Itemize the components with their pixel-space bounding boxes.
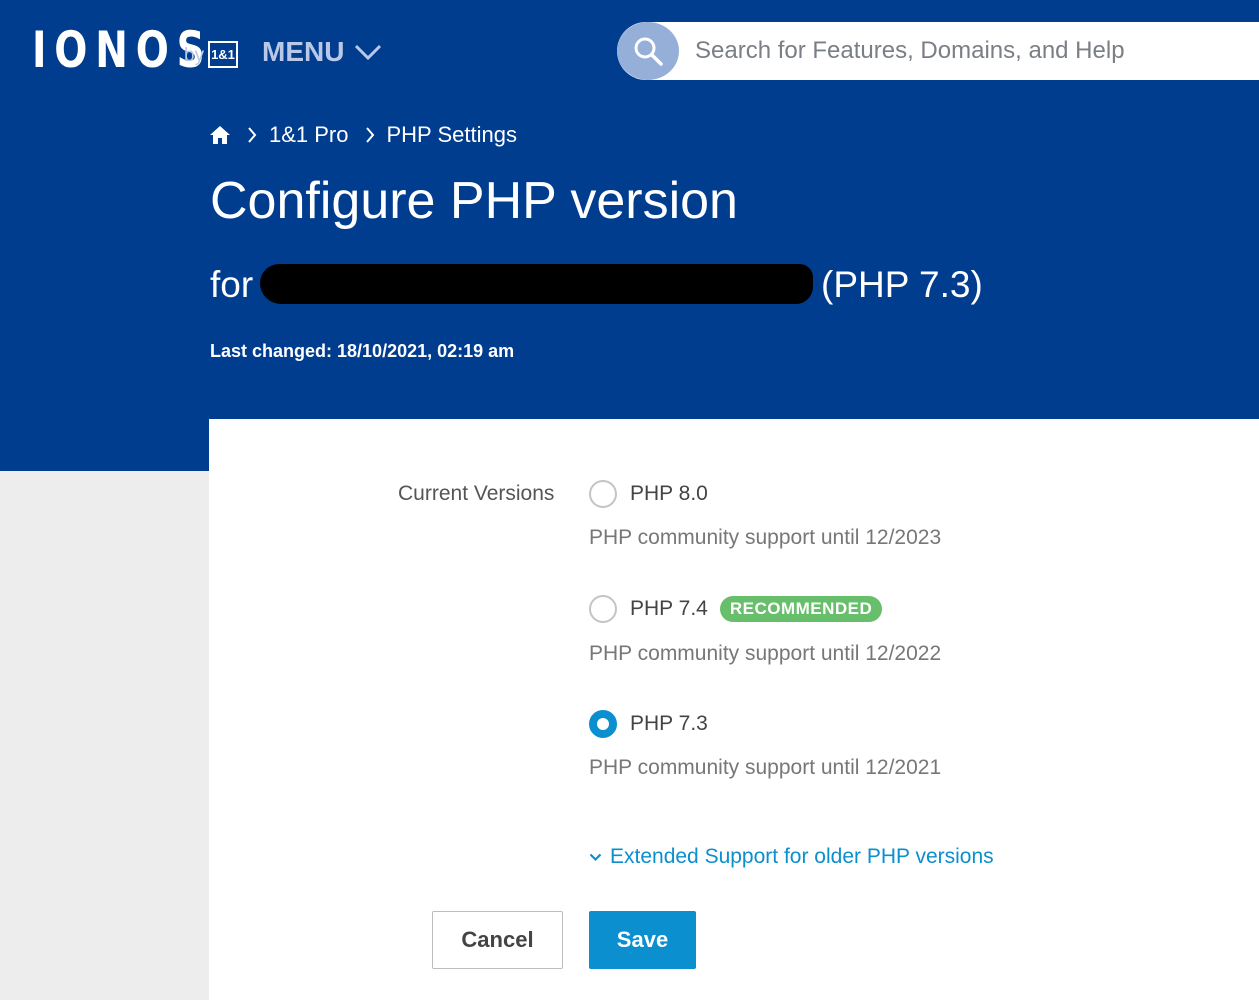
- chevron-right-icon: [247, 126, 257, 144]
- search-bar: [617, 22, 1259, 80]
- page-title: Configure PHP version: [210, 172, 738, 230]
- for-prefix: for: [210, 264, 254, 305]
- php-7-4-label: PHP 7.4: [630, 597, 708, 620]
- settings-panel: [209, 419, 1259, 1000]
- current-php-version: (PHP 7.3): [821, 264, 983, 305]
- logo-by-text: by: [184, 45, 205, 66]
- chevron-down-icon: [589, 853, 602, 862]
- breadcrumb-item-php-settings[interactable]: PHP Settings: [387, 122, 517, 148]
- top-bar: IONOS by 1&1 MENU: [0, 0, 1259, 104]
- menu-button[interactable]: MENU: [262, 34, 382, 70]
- current-versions-label: Current Versions: [398, 482, 555, 505]
- php-7-4-support: PHP community support until 12/2022: [589, 642, 942, 665]
- php-7-3-support: PHP community support until 12/2021: [589, 756, 942, 779]
- breadcrumb: 1&1 Pro PHP Settings: [209, 120, 517, 150]
- php-8-0-support: PHP community support until 12/2023: [589, 526, 942, 549]
- save-button[interactable]: Save: [589, 911, 696, 969]
- php-7-3-label: PHP 7.3: [630, 712, 708, 735]
- radio-php-8-0[interactable]: [589, 480, 617, 508]
- breadcrumb-item-pro[interactable]: 1&1 Pro: [269, 122, 349, 148]
- menu-label: MENU: [262, 36, 345, 67]
- redacted-domain: [260, 264, 813, 304]
- chevron-right-icon: [365, 126, 375, 144]
- php-8-0-option[interactable]: PHP 8.0: [589, 479, 708, 509]
- extended-support-link[interactable]: Extended Support for older PHP versions: [589, 843, 994, 871]
- php-8-0-label: PHP 8.0: [630, 482, 708, 505]
- home-icon[interactable]: [209, 125, 231, 145]
- recommended-badge: RECOMMENDED: [719, 596, 883, 622]
- search-icon[interactable]: [617, 22, 679, 80]
- cancel-button[interactable]: Cancel: [432, 911, 563, 969]
- php-7-3-option[interactable]: PHP 7.3: [589, 709, 708, 739]
- domain-line: for (PHP 7.3): [210, 262, 1010, 308]
- last-changed-text: Last changed: 18/10/2021, 02:19 am: [210, 341, 515, 361]
- extended-support-label: Extended Support for older PHP versions: [610, 845, 994, 868]
- radio-php-7-3[interactable]: [589, 710, 617, 738]
- search-input[interactable]: [695, 32, 1235, 70]
- radio-php-7-4[interactable]: [589, 595, 617, 623]
- one-and-one-logo: 1&1: [208, 41, 238, 68]
- chevron-down-icon: [354, 34, 382, 70]
- php-7-4-option[interactable]: PHP 7.4 RECOMMENDED: [589, 594, 883, 624]
